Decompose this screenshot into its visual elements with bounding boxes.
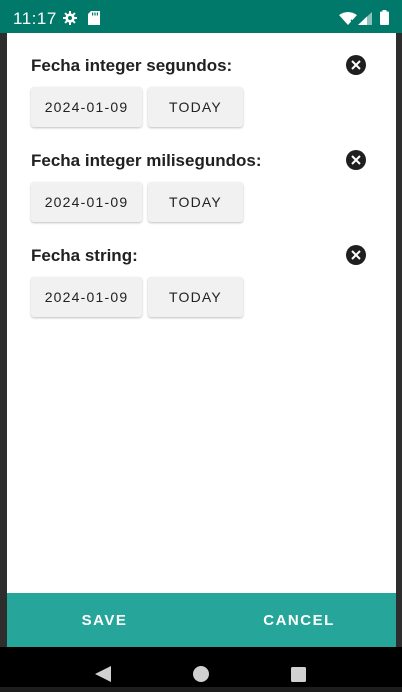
frame-left (0, 33, 7, 647)
wifi-icon (339, 12, 357, 30)
recent-apps-icon[interactable] (278, 647, 318, 687)
gear-icon (63, 11, 77, 30)
date-picker-button[interactable]: 2024-01-09 (31, 87, 142, 127)
sd-card-icon (88, 11, 100, 30)
field-fecha-string: Fecha string: 2024-01-09 TODAY (7, 245, 396, 336)
home-icon[interactable] (181, 647, 221, 687)
status-time: 11:17 (13, 9, 57, 28)
action-bar: SAVE CANCEL (7, 593, 396, 647)
back-icon[interactable] (83, 647, 123, 687)
date-picker-button[interactable]: 2024-01-09 (31, 182, 142, 222)
date-picker-button[interactable]: 2024-01-09 (31, 277, 142, 317)
field-label: Fecha integer milisegundos: (31, 151, 262, 170)
navigation-bar (0, 647, 402, 687)
today-button[interactable]: TODAY (148, 182, 243, 222)
field-fecha-integer-segundos: Fecha integer segundos: 2024-01-09 TODAY (7, 55, 396, 146)
clear-icon[interactable] (346, 150, 366, 170)
frame-right (396, 33, 402, 647)
status-bar: 11:17 (0, 0, 402, 33)
signal-icon (358, 12, 372, 30)
field-label: Fecha integer segundos: (31, 56, 233, 75)
field-fecha-integer-milisegundos: Fecha integer milisegundos: 2024-01-09 T… (7, 150, 396, 241)
date-form: Fecha integer segundos: 2024-01-09 TODAY… (7, 33, 396, 593)
cancel-button[interactable]: CANCEL (239, 593, 359, 647)
battery-icon (380, 10, 389, 30)
today-button[interactable]: TODAY (148, 277, 243, 317)
clear-icon[interactable] (346, 245, 366, 265)
today-button[interactable]: TODAY (148, 87, 243, 127)
clear-icon[interactable] (346, 55, 366, 75)
field-label: Fecha string: (31, 246, 138, 265)
save-button[interactable]: SAVE (47, 593, 162, 647)
